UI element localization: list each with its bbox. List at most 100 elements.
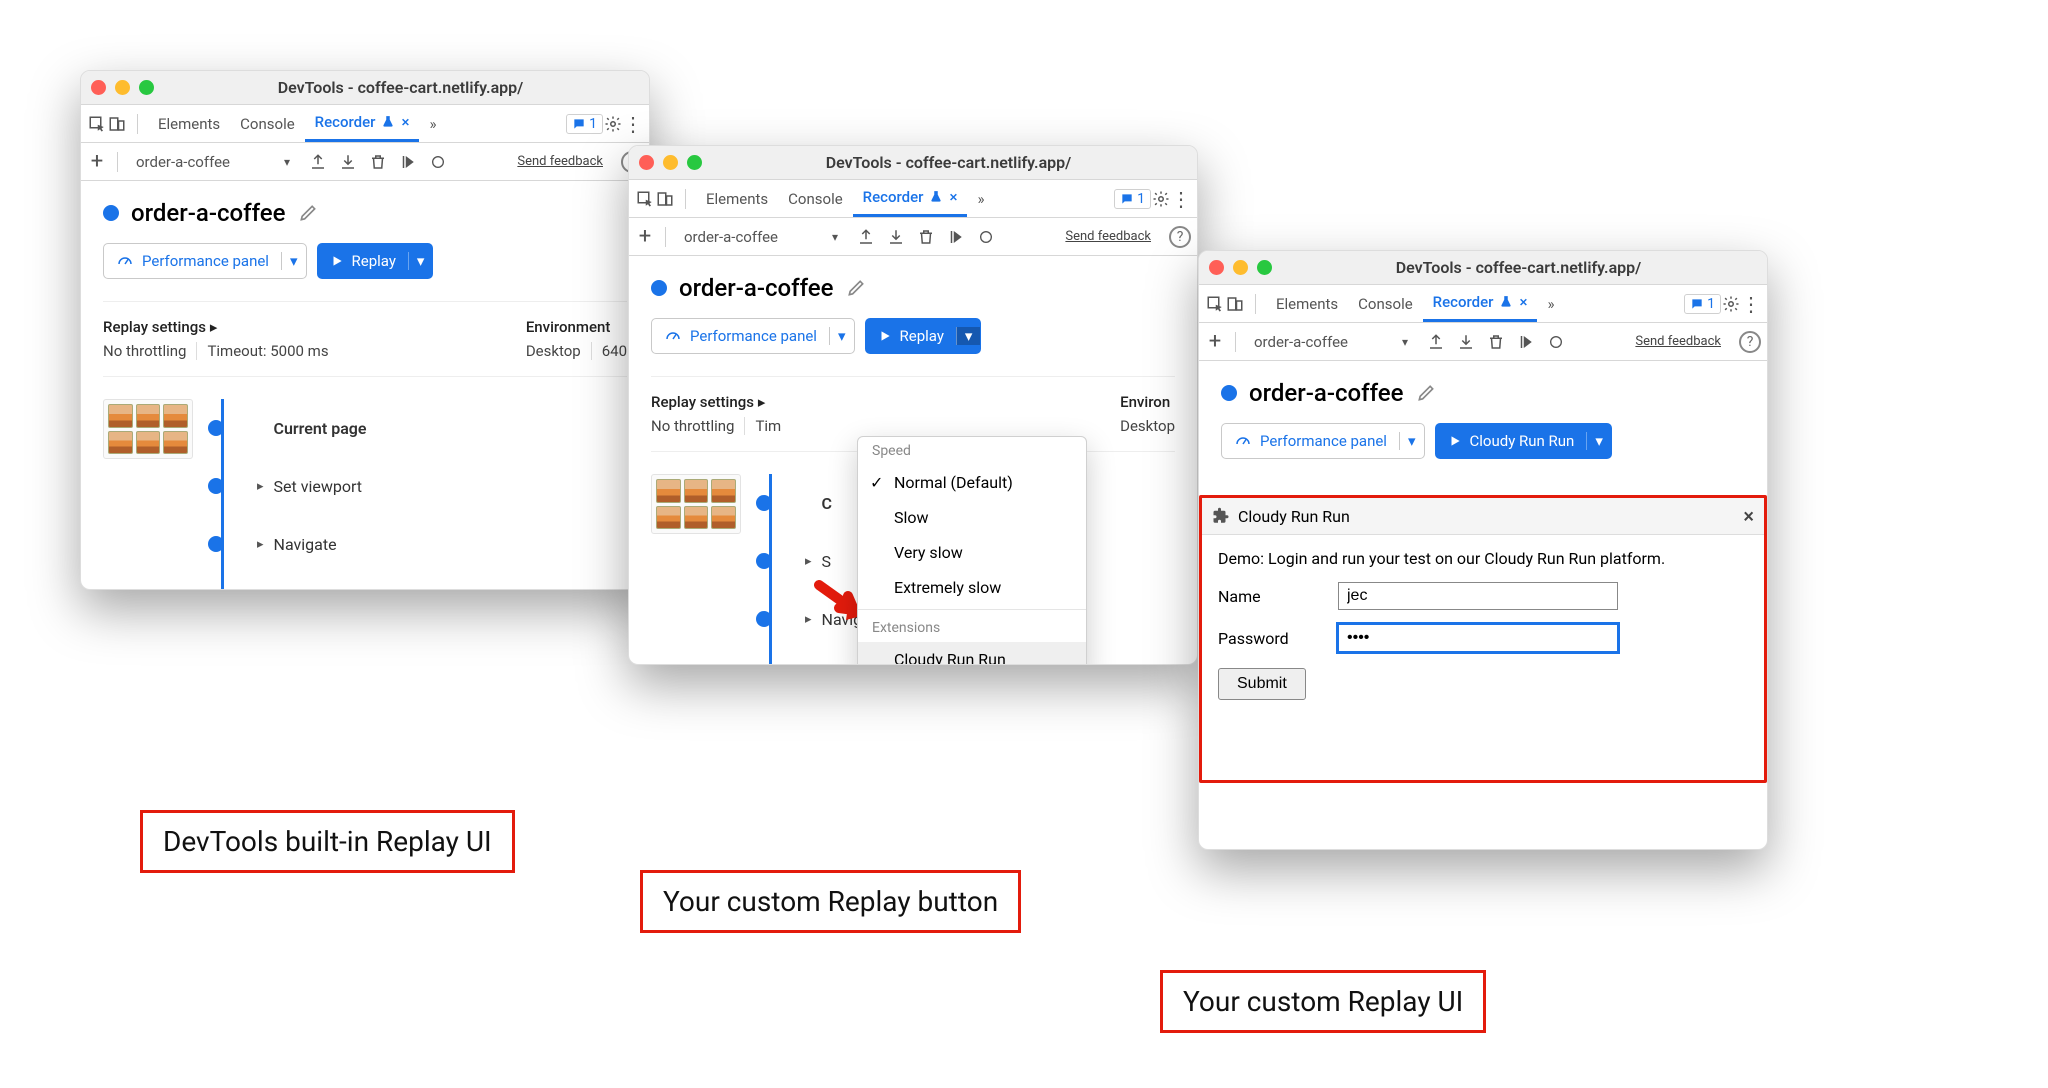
breakpoint-icon[interactable] xyxy=(1546,332,1566,352)
timeline-step-navigate[interactable]: ▸Navigate xyxy=(231,515,367,573)
recording-selector[interactable]: order-a-coffee▾ xyxy=(1246,330,1416,354)
password-input[interactable] xyxy=(1338,624,1618,652)
traffic-lights[interactable] xyxy=(1209,260,1272,275)
replay-button[interactable]: Replay ▾ xyxy=(317,243,434,279)
send-feedback-link[interactable]: Send feedback xyxy=(1635,334,1721,349)
breakpoint-icon[interactable] xyxy=(428,152,448,172)
throttling-value: No throttling xyxy=(103,342,186,360)
close-tab-icon[interactable]: × xyxy=(949,188,957,206)
timeline-step-viewport[interactable]: ▸Set viewport xyxy=(231,457,367,515)
tab-elements[interactable]: Elements xyxy=(696,180,778,217)
minimize-window-icon[interactable] xyxy=(115,80,130,95)
maximize-window-icon[interactable] xyxy=(687,155,702,170)
submit-button[interactable]: Submit xyxy=(1218,668,1306,700)
cloudy-dropdown-icon[interactable]: ▾ xyxy=(1586,432,1611,450)
close-window-icon[interactable] xyxy=(639,155,654,170)
settings-gear-icon[interactable] xyxy=(1721,294,1741,314)
step-icon[interactable] xyxy=(1516,332,1536,352)
kebab-menu-icon[interactable]: ⋮ xyxy=(1171,189,1191,209)
close-panel-icon[interactable]: × xyxy=(1743,504,1754,528)
delete-icon[interactable] xyxy=(1486,332,1506,352)
send-feedback-link[interactable]: Send feedback xyxy=(1065,229,1151,244)
traffic-lights[interactable] xyxy=(91,80,154,95)
add-recording-icon[interactable]: + xyxy=(635,227,655,247)
speed-option-normal[interactable]: Normal (Default) xyxy=(858,465,1086,500)
tab-recorder[interactable]: Recorder× xyxy=(1423,285,1538,322)
recording-selector[interactable]: order-a-coffee▾ xyxy=(676,225,846,249)
add-recording-icon[interactable]: + xyxy=(87,152,107,172)
cloudy-run-button[interactable]: Cloudy Run Run ▾ xyxy=(1435,423,1612,459)
tab-console[interactable]: Console xyxy=(1348,285,1423,322)
edit-icon[interactable] xyxy=(298,203,318,223)
performance-panel-button[interactable]: Performance panel ▾ xyxy=(1221,423,1425,459)
recording-selector[interactable]: order-a-coffee ▾ xyxy=(128,150,298,174)
tab-recorder[interactable]: Recorder × xyxy=(305,105,420,142)
device-icon[interactable] xyxy=(655,189,675,209)
close-tab-icon[interactable]: × xyxy=(401,113,409,131)
more-tabs-icon[interactable]: » xyxy=(967,180,994,217)
performance-dropdown-icon[interactable]: ▾ xyxy=(829,327,854,345)
tab-elements[interactable]: Elements xyxy=(1266,285,1348,322)
close-window-icon[interactable] xyxy=(1209,260,1224,275)
replay-settings-header[interactable]: Replay settings ▸ xyxy=(651,393,781,411)
performance-panel-button[interactable]: Performance panel ▾ xyxy=(103,243,307,279)
kebab-menu-icon[interactable]: ⋮ xyxy=(623,114,643,134)
name-input[interactable] xyxy=(1338,582,1618,610)
export-icon[interactable] xyxy=(308,152,328,172)
maximize-window-icon[interactable] xyxy=(1257,260,1272,275)
tab-recorder[interactable]: Recorder× xyxy=(853,180,968,217)
add-recording-icon[interactable]: + xyxy=(1205,332,1225,352)
replay-dropdown-icon[interactable]: ▾ xyxy=(408,252,433,270)
replay-dropdown-icon[interactable]: ▾ xyxy=(956,327,981,345)
delete-icon[interactable] xyxy=(368,152,388,172)
messages-badge[interactable]: 1 xyxy=(566,114,603,134)
breakpoint-icon[interactable] xyxy=(976,227,996,247)
settings-gear-icon[interactable] xyxy=(603,114,623,134)
help-icon[interactable]: ? xyxy=(1169,226,1191,248)
extension-option-cloudy[interactable]: Cloudy Run Run xyxy=(858,642,1086,665)
minimize-window-icon[interactable] xyxy=(1233,260,1248,275)
more-tabs-icon[interactable]: » xyxy=(419,105,446,142)
replay-button[interactable]: Replay ▾ xyxy=(865,318,982,354)
kebab-menu-icon[interactable]: ⋮ xyxy=(1741,294,1761,314)
maximize-window-icon[interactable] xyxy=(139,80,154,95)
device-icon[interactable] xyxy=(107,114,127,134)
performance-panel-button[interactable]: Performance panel ▾ xyxy=(651,318,855,354)
messages-badge[interactable]: 1 xyxy=(1114,189,1151,209)
step-icon[interactable] xyxy=(946,227,966,247)
inspect-icon[interactable] xyxy=(1205,294,1225,314)
minimize-window-icon[interactable] xyxy=(663,155,678,170)
import-icon[interactable] xyxy=(886,227,906,247)
performance-dropdown-icon[interactable]: ▾ xyxy=(1399,432,1424,450)
export-icon[interactable] xyxy=(856,227,876,247)
speed-option-very-slow[interactable]: Very slow xyxy=(858,535,1086,570)
tab-console[interactable]: Console xyxy=(778,180,853,217)
step-icon[interactable] xyxy=(398,152,418,172)
timeline-step-current[interactable]: ▸Current page xyxy=(231,399,367,457)
inspect-icon[interactable] xyxy=(635,189,655,209)
close-tab-icon[interactable]: × xyxy=(1519,293,1527,311)
more-tabs-icon[interactable]: » xyxy=(1537,285,1564,322)
edit-icon[interactable] xyxy=(1416,383,1436,403)
replay-settings-header[interactable]: Replay settings ▸ xyxy=(103,318,329,336)
import-icon[interactable] xyxy=(1456,332,1476,352)
messages-badge[interactable]: 1 xyxy=(1684,294,1721,314)
export-icon[interactable] xyxy=(1426,332,1446,352)
send-feedback-link[interactable]: Send feedback xyxy=(517,154,603,169)
close-window-icon[interactable] xyxy=(91,80,106,95)
play-icon xyxy=(878,329,892,343)
password-label: Password xyxy=(1218,629,1318,648)
tab-console[interactable]: Console xyxy=(230,105,305,142)
inspect-icon[interactable] xyxy=(87,114,107,134)
edit-icon[interactable] xyxy=(846,278,866,298)
traffic-lights[interactable] xyxy=(639,155,702,170)
performance-dropdown-icon[interactable]: ▾ xyxy=(281,252,306,270)
speed-option-slow[interactable]: Slow xyxy=(858,500,1086,535)
help-icon[interactable]: ? xyxy=(1739,331,1761,353)
speed-option-extremely-slow[interactable]: Extremely slow xyxy=(858,570,1086,605)
delete-icon[interactable] xyxy=(916,227,936,247)
device-icon[interactable] xyxy=(1225,294,1245,314)
settings-gear-icon[interactable] xyxy=(1151,189,1171,209)
tab-elements[interactable]: Elements xyxy=(148,105,230,142)
import-icon[interactable] xyxy=(338,152,358,172)
